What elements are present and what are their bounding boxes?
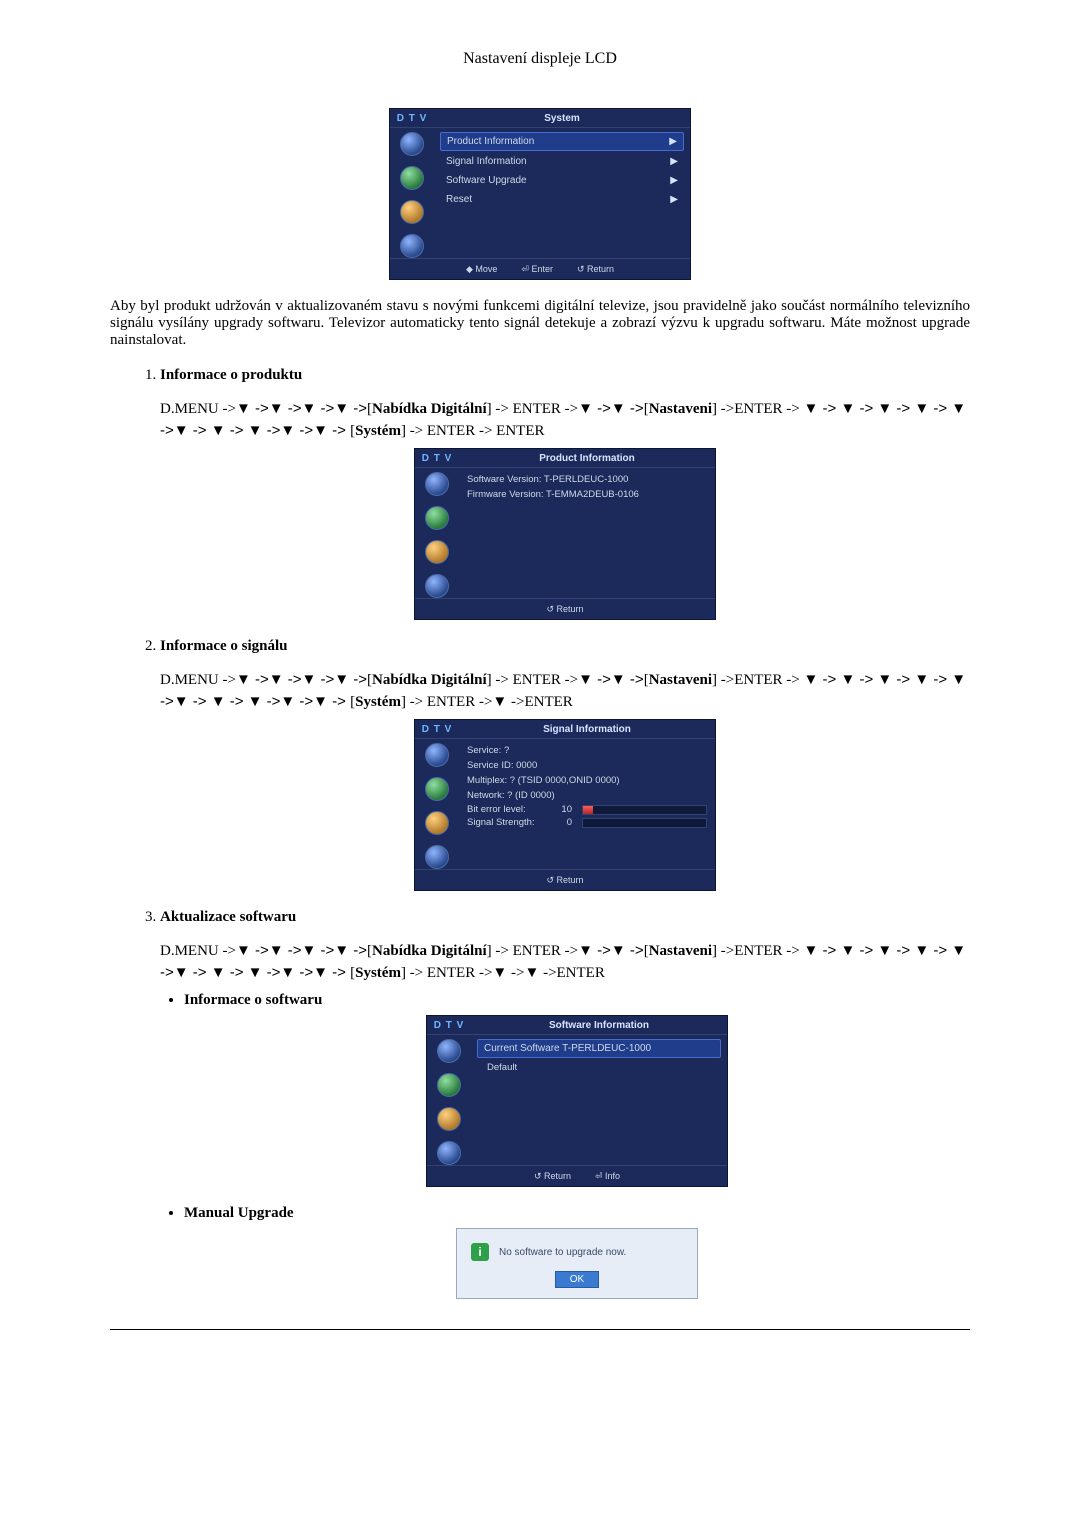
current-software[interactable]: Current Software T-PERLDEUC-1000 <box>477 1039 721 1058</box>
osd-brand: D T V <box>427 1020 471 1031</box>
bit-error-bar <box>582 805 707 815</box>
chevron-right-icon: ▶ <box>669 136 677 147</box>
bit-error-label: Bit error level: <box>467 804 552 815</box>
chevron-right-icon: ▶ <box>670 156 678 167</box>
settings-icon <box>400 200 424 224</box>
software-default: Default <box>477 1060 721 1075</box>
signal-strength-label: Signal Strength: <box>467 817 552 828</box>
osd-title: Signal Information <box>459 724 715 735</box>
section-1-title: Informace o produktu <box>160 367 970 384</box>
menu-item-label: Product Information <box>447 136 534 147</box>
firmware-version: Firmware Version: T-EMMA2DEUB-0106 <box>465 487 709 502</box>
menu-item-label: Signal Information <box>446 156 527 167</box>
service-id-line: Service ID: 0000 <box>465 758 709 773</box>
osd-sidebar <box>390 128 434 258</box>
misc-icon <box>425 574 449 598</box>
picture-icon <box>425 506 449 530</box>
osd-title: Software Information <box>471 1020 727 1031</box>
satellite-icon <box>425 743 449 767</box>
info-icon: i <box>471 1243 489 1261</box>
section-3b-title: Manual Upgrade <box>184 1205 970 1222</box>
misc-icon <box>400 234 424 258</box>
menu-item-product-info[interactable]: Product Information ▶ <box>440 132 684 151</box>
osd-product-info: D T V Product Information Software Versi… <box>414 448 716 620</box>
menu-item-software-upgrade[interactable]: Software Upgrade ▶ <box>440 172 684 189</box>
osd-sidebar <box>415 468 459 598</box>
footer-return: ↺ Return <box>546 875 583 886</box>
signal-strength-value: 0 <box>552 817 572 828</box>
chevron-right-icon: ▶ <box>670 175 678 186</box>
picture-icon <box>400 166 424 190</box>
signal-strength-row: Signal Strength: 0 <box>465 816 709 829</box>
misc-icon <box>437 1141 461 1165</box>
chevron-right-icon: ▶ <box>670 194 678 205</box>
osd-brand: D T V <box>390 113 434 124</box>
osd-signal-info: D T V Signal Information Service: ? Serv… <box>414 719 716 891</box>
menu-item-reset[interactable]: Reset ▶ <box>440 191 684 208</box>
osd-title: Product Information <box>459 453 715 464</box>
popup-no-software: i No software to upgrade now. OK <box>456 1228 698 1299</box>
satellite-icon <box>400 132 424 156</box>
menu-item-signal-info[interactable]: Signal Information ▶ <box>440 153 684 170</box>
settings-icon <box>437 1107 461 1131</box>
intro-paragraph: Aby byl produkt udržován v aktualizované… <box>110 298 970 349</box>
nav-path-3: D.MENU ->▼ ->▼ ->▼ ->▼ ->[Nabídka Digitá… <box>160 940 970 984</box>
osd-system-menu: D T V System Product Information ▶ Signa… <box>389 108 691 280</box>
misc-icon <box>425 845 449 869</box>
section-3a-title: Informace o softwaru <box>184 992 970 1009</box>
footer-enter: ⏎ Enter <box>521 264 553 275</box>
satellite-icon <box>425 472 449 496</box>
osd-sidebar <box>415 739 459 869</box>
nav-path-2: D.MENU ->▼ ->▼ ->▼ ->▼ ->[Nabídka Digitá… <box>160 669 970 713</box>
nav-path-1: D.MENU ->▼ ->▼ ->▼ ->▼ ->[Nabídka Digitá… <box>160 398 970 442</box>
footer-rule <box>110 1329 970 1330</box>
bit-error-value: 10 <box>552 804 572 815</box>
network-line: Network: ? (ID 0000) <box>465 788 709 803</box>
settings-icon <box>425 540 449 564</box>
ok-button[interactable]: OK <box>555 1271 599 1288</box>
osd-brand: D T V <box>415 453 459 464</box>
osd-brand: D T V <box>415 724 459 735</box>
osd-sidebar <box>427 1035 471 1165</box>
section-2-title: Informace o signálu <box>160 638 970 655</box>
menu-item-label: Reset <box>446 194 472 205</box>
popup-message: No software to upgrade now. <box>499 1247 626 1258</box>
software-version: Software Version: T-PERLDEUC-1000 <box>465 472 709 487</box>
settings-icon <box>425 811 449 835</box>
footer-return: ↺ Return <box>546 604 583 615</box>
section-3-title: Aktualizace softwaru <box>160 909 970 926</box>
picture-icon <box>425 777 449 801</box>
osd-title: System <box>434 113 690 124</box>
signal-strength-bar <box>582 818 707 828</box>
footer-return: ↺ Return <box>577 264 614 275</box>
satellite-icon <box>437 1039 461 1063</box>
picture-icon <box>437 1073 461 1097</box>
page-title: Nastavení displeje LCD <box>110 50 970 68</box>
multiplex-line: Multiplex: ? (TSID 0000,ONID 0000) <box>465 773 709 788</box>
footer-move: ◆ Move <box>466 264 497 275</box>
current-software-label: Current Software T-PERLDEUC-1000 <box>484 1043 651 1054</box>
footer-return: ↺ Return <box>534 1171 571 1182</box>
bit-error-row: Bit error level: 10 <box>465 803 709 816</box>
menu-item-label: Software Upgrade <box>446 175 527 186</box>
osd-software-info: D T V Software Information <box>426 1015 728 1187</box>
footer-info: ⏎ Info <box>595 1171 620 1182</box>
service-line: Service: ? <box>465 743 709 758</box>
